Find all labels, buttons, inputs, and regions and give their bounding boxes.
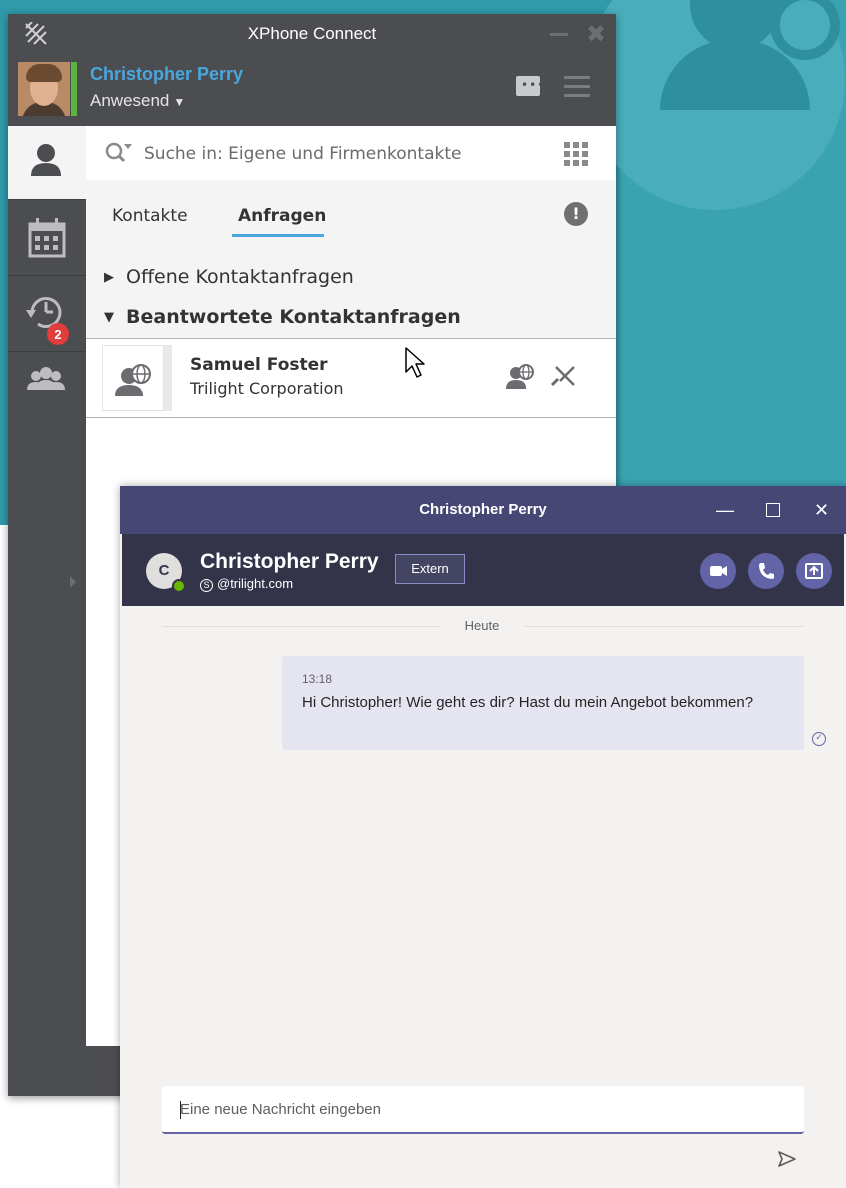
search-input[interactable]: Suche in: Eigene und Firmenkontakte: [144, 144, 462, 164]
teams-maximize-button[interactable]: [766, 503, 780, 517]
sidebar: 2: [8, 126, 86, 1096]
calendar-icon: [28, 218, 66, 258]
audio-call-button[interactable]: [748, 553, 784, 589]
date-divider-line-right: [524, 626, 804, 627]
xphone-titlebar[interactable]: XPhone Connect ✖: [8, 14, 616, 54]
expand-right-icon: ▶: [104, 270, 114, 285]
message-time: 13:18: [302, 672, 333, 686]
sidebar-item-history[interactable]: 2: [8, 278, 86, 352]
history-badge: 2: [54, 327, 61, 342]
sidebar-item-contacts[interactable]: [8, 126, 86, 200]
presence-status-indicator: [71, 62, 77, 116]
collapse-down-icon: ▼: [104, 310, 114, 325]
date-divider-line-left: [162, 626, 440, 627]
mouse-cursor-icon: [405, 347, 425, 378]
date-divider: Heute: [464, 618, 500, 633]
search-icon: [105, 142, 132, 163]
phone-icon: [759, 563, 774, 579]
caret-down-icon: ▼: [173, 95, 186, 109]
text-caret: [180, 1101, 181, 1119]
tab-kontakte[interactable]: Kontakte: [112, 206, 188, 226]
contact-email-text: @trilight.com: [217, 576, 294, 591]
contact-company: Trilight Corporation: [190, 379, 344, 398]
decline-call-icon[interactable]: [550, 363, 580, 391]
history-icon: 2: [26, 297, 69, 345]
close-button[interactable]: ✖: [586, 19, 606, 49]
contact-request-row[interactable]: Samuel Foster Trilight Corporation: [86, 338, 616, 418]
extern-badge: Extern: [395, 554, 465, 584]
skype-icon: S: [200, 579, 213, 592]
group-beantwortete-kontaktanfragen[interactable]: ▼ Beantwortete Kontaktanfragen: [104, 306, 461, 328]
teams-close-button[interactable]: ✕: [814, 496, 829, 524]
compose-box[interactable]: [162, 1086, 804, 1134]
search-bar[interactable]: Suche in: Eigene und Firmenkontakte: [86, 126, 616, 180]
group-label: Offene Kontaktanfragen: [126, 266, 354, 288]
video-call-button[interactable]: [700, 553, 736, 589]
presence-label: Anwesend: [90, 91, 170, 110]
hamburger-menu-icon[interactable]: [564, 76, 590, 98]
contact-avatar: [102, 345, 164, 411]
message-input[interactable]: [162, 1086, 804, 1132]
contact-tabs: Kontakte Anfragen !: [86, 200, 616, 240]
group-icon: [27, 367, 65, 390]
active-tab-underline: [232, 234, 324, 237]
xphone-title: XPhone Connect: [247, 24, 377, 43]
group-label: Beantwortete Kontaktanfragen: [126, 306, 461, 328]
teams-minimize-button[interactable]: —: [716, 496, 734, 524]
message-bubble[interactable]: 13:18 Hi Christopher! Wie geht es dir? H…: [282, 656, 804, 750]
teams-chat-window: Christopher Perry — ✕ C Christopher Perr…: [120, 486, 846, 1188]
user-avatar[interactable]: [18, 62, 70, 116]
person-icon: [31, 144, 61, 176]
teams-window-title: Christopher Perry: [419, 501, 547, 518]
contact-status-bar: [164, 345, 172, 411]
minimize-button[interactable]: [550, 33, 568, 36]
contact-name: Samuel Foster: [190, 355, 328, 375]
teams-titlebar[interactable]: Christopher Perry — ✕: [120, 486, 846, 534]
share-screen-button[interactable]: [796, 553, 832, 589]
chat-contact-name: Christopher Perry: [200, 550, 379, 573]
sidebar-item-groups[interactable]: [8, 354, 86, 428]
user-name: Christopher Perry: [90, 64, 244, 84]
chat-contact-email: S @trilight.com: [200, 576, 293, 592]
tab-anfragen[interactable]: Anfragen: [238, 206, 326, 226]
sidebar-item-calendar[interactable]: [8, 202, 86, 276]
presence-dropdown[interactable]: Anwesend ▼: [90, 91, 185, 111]
send-icon[interactable]: [776, 1148, 798, 1170]
chat-messages-area: Heute 13:18 Hi Christopher! Wie geht es …: [122, 606, 844, 1076]
chat-header: C Christopher Perry S @trilight.com Exter…: [122, 534, 844, 606]
sidebar-expand-arrow-icon[interactable]: [70, 576, 76, 588]
external-contact-icon: [115, 364, 151, 396]
share-screen-icon: [805, 563, 823, 579]
add-external-contact-icon[interactable]: [502, 359, 542, 395]
dialpad-grid-icon[interactable]: [564, 142, 588, 166]
message-text: Hi Christopher! Wie geht es dir? Hast du…: [302, 694, 754, 711]
info-icon[interactable]: !: [564, 202, 588, 226]
presence-available-icon: [172, 579, 186, 593]
video-camera-icon: [710, 566, 727, 576]
group-offene-kontaktanfragen[interactable]: ▶ Offene Kontaktanfragen: [104, 266, 354, 288]
profile-header: Christopher Perry Anwesend ▼ •••: [8, 54, 616, 126]
chat-icon[interactable]: •••: [516, 76, 544, 96]
read-receipt-icon: ✓: [812, 732, 826, 746]
